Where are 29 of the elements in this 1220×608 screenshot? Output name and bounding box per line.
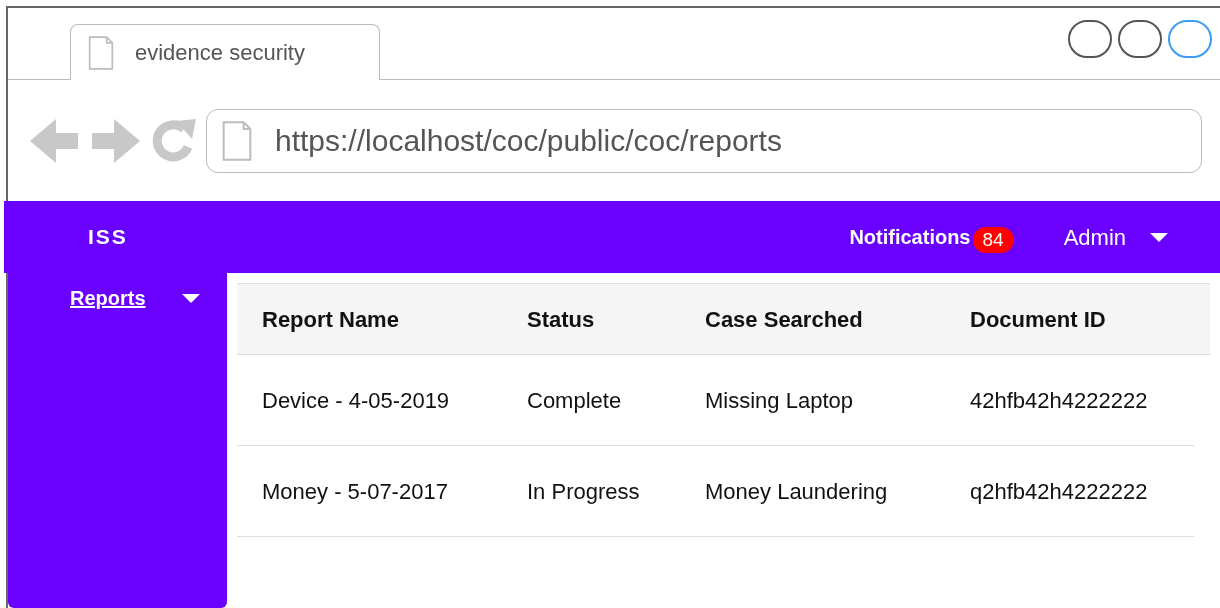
url-text: https://localhost/coc/public/coc/reports (275, 123, 782, 159)
document-icon (87, 35, 115, 70)
forward-arrow-icon[interactable] (90, 118, 140, 163)
column-header: Document ID (970, 305, 1107, 334)
back-arrow-icon[interactable] (30, 118, 80, 163)
column-header: Report Name (262, 305, 400, 334)
column-header: Case Searched (705, 305, 864, 334)
notification-count-badge: 84 (972, 227, 1014, 253)
caret-icon (181, 293, 200, 303)
reload-icon[interactable] (150, 118, 196, 163)
tab-title: evidence security (135, 39, 305, 67)
window-control-icon[interactable] (1068, 20, 1112, 58)
admin-menu[interactable]: Admin (1063, 220, 1168, 254)
window-control-icon[interactable] (1118, 20, 1162, 58)
notifications-link[interactable]: Notifications (849, 222, 971, 252)
table-cell-text: Device - 4-05-2019 (262, 386, 451, 415)
table-cell-text: 42hfb42h4222222 (970, 386, 1149, 415)
caret-icon (1150, 232, 1168, 242)
table-cell-text: q2hfb42h4222222 (970, 477, 1149, 506)
browser-tab[interactable]: evidence security (70, 24, 380, 80)
table-cell-text: Money - 5-07-2017 (262, 477, 449, 506)
table-cell-text: Money Laundering (705, 477, 889, 506)
table-cell-text: In Progress (527, 477, 641, 506)
column-header: Status (527, 305, 596, 334)
sidebar-item[interactable]: Reports (8, 283, 227, 313)
address-bar[interactable]: https://localhost/coc/public/coc/reports (206, 108, 1202, 173)
table-cell-text: Missing Laptop (705, 386, 854, 415)
table-cell-text: Complete (527, 386, 623, 415)
brand-text[interactable]: ISS (88, 221, 128, 253)
